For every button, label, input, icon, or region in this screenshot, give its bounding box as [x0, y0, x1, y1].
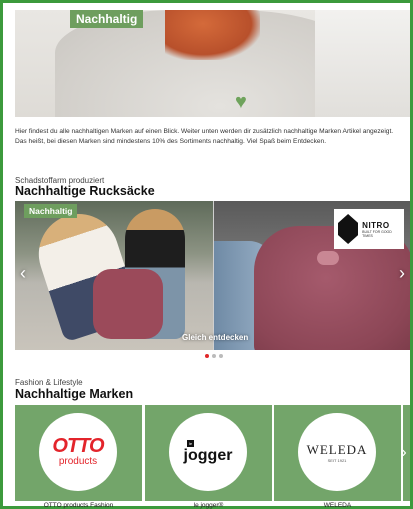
carousel-slide-nitro[interactable]: NITRO BUILT FOR GOOD TIMES — [214, 201, 410, 350]
otto-logo-main: OTTO — [52, 435, 104, 457]
brands-next-arrow-icon[interactable]: › — [398, 444, 410, 462]
hero-banner[interactable]: ♥ Nachhaltig — [15, 10, 410, 117]
brand-names: OTTO products Fashion le jogger® WELEDA — [15, 502, 410, 509]
weleda-logo: WELEDA SEIT 1921 — [298, 413, 376, 491]
brand-tile-le-jogger[interactable]: le jogger — [145, 405, 272, 501]
slide-image-backpack — [93, 269, 163, 339]
carousel-prev-arrow-icon[interactable]: ‹ — [16, 263, 30, 283]
brands-kicker: Fashion & Lifestyle — [15, 378, 83, 387]
carousel-pagination — [205, 354, 223, 358]
carousel-dot-2[interactable] — [212, 354, 216, 358]
slide-badge: Nachhaltig — [24, 204, 78, 218]
carousel-slide-kids[interactable]: Nachhaltig — [15, 201, 213, 350]
brand-name-le-jogger[interactable]: le jogger® — [145, 502, 272, 509]
weleda-logo-sub: SEIT 1921 — [327, 457, 347, 463]
backpack-patch — [317, 251, 339, 265]
otto-logo-sub: products — [58, 456, 98, 467]
carousel-next-arrow-icon[interactable]: › — [395, 263, 409, 283]
brand-name-otto[interactable]: OTTO products Fashion — [15, 502, 142, 509]
hero-badge: Nachhaltig — [70, 10, 144, 28]
nitro-logo: NITRO BUILT FOR GOOD TIMES — [334, 209, 404, 249]
weleda-logo-main: WELEDA — [306, 441, 368, 457]
nitro-tagline: BUILT FOR GOOD TIMES — [362, 229, 392, 238]
backpacks-carousel[interactable]: Nachhaltig NITRO BUILT FOR GOOD TIMES ‹ … — [15, 201, 410, 350]
carousel-cta-link[interactable]: Gleich entdecken — [182, 333, 248, 342]
le-jogger-logo: le jogger — [169, 413, 247, 491]
brand-tile-weleda[interactable]: WELEDA SEIT 1921 — [274, 405, 401, 501]
intro-text: Hier findest du alle nachhaltigen Marken… — [15, 128, 394, 145]
le-jogger-logo-box: le — [187, 439, 195, 447]
backpacks-title: Nachhaltige Rucksäcke — [15, 184, 155, 198]
nitro-mountain-icon — [338, 214, 359, 244]
heart-icon: ♥ — [235, 91, 247, 113]
hero-image-hair — [165, 10, 260, 60]
brands-title: Nachhaltige Marken — [15, 387, 134, 401]
hero-image-background — [315, 10, 410, 117]
brand-tile-otto[interactable]: OTTO products — [15, 405, 142, 501]
nitro-brand-name: NITRO — [362, 220, 390, 230]
brand-name-weleda[interactable]: WELEDA — [274, 502, 401, 509]
otto-logo: OTTO products — [39, 413, 117, 491]
le-jogger-logo-main: jogger — [183, 446, 233, 464]
brand-tiles: OTTO products le jogger WELEDA SEIT 1921… — [15, 405, 410, 501]
carousel-dot-3[interactable] — [219, 354, 223, 358]
carousel-dot-1[interactable] — [205, 354, 209, 358]
